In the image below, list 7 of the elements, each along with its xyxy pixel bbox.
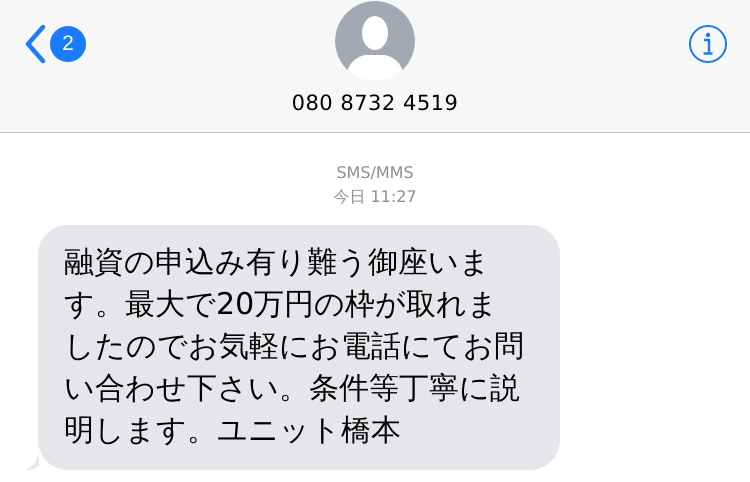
unread-badge: 2: [50, 26, 86, 62]
back-button[interactable]: 2: [24, 24, 86, 64]
chevron-left-icon: [24, 24, 46, 64]
contact-number[interactable]: 080 8732 4519: [292, 91, 458, 115]
timestamp: 今日 11:27: [333, 186, 417, 208]
info-icon: [688, 24, 728, 64]
service-label: SMS/MMS: [336, 162, 414, 184]
